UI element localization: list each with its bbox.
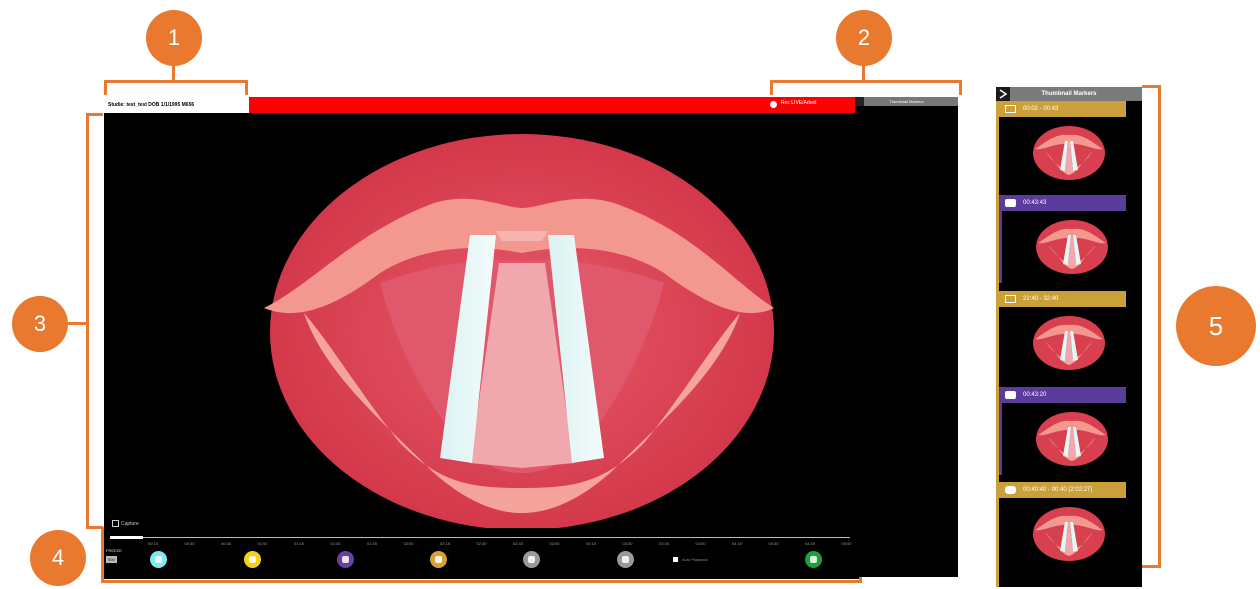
expand-panel-icon[interactable] — [855, 97, 864, 106]
thumbnail-preview — [999, 307, 1126, 379]
thumbnail-preview — [999, 498, 1126, 570]
pause-icon — [435, 556, 442, 563]
callout-3-stem — [68, 322, 86, 325]
collapse-panel-icon[interactable] — [996, 87, 1010, 101]
auto-playback-label: Auto Playback — [682, 557, 708, 562]
callout-4: 4 — [30, 530, 86, 586]
thumbnail-marker[interactable]: 00:02 - 00:43 — [999, 101, 1126, 189]
capture-icon — [112, 520, 119, 527]
timeline-tick: 02:15 — [440, 541, 451, 546]
freeze-label: FREEZE — [106, 548, 122, 553]
patient-info-bar: Studie: test_test DOB 1/1/1995 M656 — [104, 97, 249, 113]
callout-1-stem — [172, 66, 175, 81]
thumbnail-label: 00:43:43 — [999, 195, 1126, 211]
callout-2-stem — [862, 66, 865, 81]
timeline-tick: 04:00 — [695, 541, 706, 546]
recording-status-bar — [249, 97, 855, 113]
callout-2-bracket — [770, 80, 962, 95]
snapshot-button[interactable] — [244, 551, 261, 568]
thumbnail-time: 00:43:43 — [1023, 200, 1047, 206]
larynx-image — [264, 134, 774, 528]
thumbnail-marker[interactable]: 22:40 - 32:40 — [999, 291, 1126, 379]
grid-icon — [810, 556, 817, 563]
thumbnail-larynx-image — [1033, 316, 1105, 370]
auto-playback-checkbox[interactable] — [673, 557, 678, 562]
bookmark-button[interactable] — [523, 551, 540, 568]
callout-5: 5 — [1176, 286, 1256, 366]
timeline-tick: 01:00 — [257, 541, 268, 546]
thumbnail-side-panel — [855, 97, 958, 577]
capture-label: Capture — [112, 520, 139, 527]
thumbnail-larynx-image — [1033, 507, 1105, 561]
timeline-track[interactable] — [110, 537, 850, 538]
timeline-tick: 04:30 — [768, 541, 779, 546]
timeline-tick: 02:45 — [513, 541, 524, 546]
thumbnail-larynx-image — [1036, 412, 1108, 466]
callout-1: 1 — [146, 10, 202, 66]
thumbnail-time: 22:40 - 32:40 — [1023, 296, 1059, 302]
timeline-tick: 04:15 — [732, 541, 743, 546]
timeline-progress[interactable] — [110, 536, 143, 539]
chevron-right-icon — [999, 89, 1008, 99]
callout-1-bracket — [104, 80, 248, 95]
bookmark-icon — [528, 556, 535, 563]
timeline-tick: 00:15 — [148, 541, 159, 546]
thumbnail-label: 00:43:20 — [999, 387, 1126, 403]
thumbnail-label: 00:02 - 00:43 — [999, 101, 1126, 117]
video-camera-icon — [1005, 486, 1016, 494]
thumbnail-time: 00:43:20 — [1023, 392, 1047, 398]
larynx-video-frame — [104, 113, 852, 528]
callout-2: 2 — [836, 10, 892, 66]
timeline-tick: 05:00 — [841, 541, 852, 546]
thumbnail-preview — [999, 211, 1126, 283]
timeline-tick: 00:30 — [184, 541, 195, 546]
thumbnail-larynx-image — [1033, 126, 1105, 180]
timeline-tick: 00:45 — [221, 541, 232, 546]
thumbnail-label: 00:40:40 - 00:40 (2:02:27) — [999, 482, 1126, 498]
callout-3: 3 — [12, 296, 68, 352]
record-icon — [155, 556, 162, 563]
freeze-counter: 000 — [106, 556, 117, 563]
record-indicator-icon — [770, 101, 777, 108]
settings-icon — [622, 556, 629, 563]
timeline-tick: 01:30 — [330, 541, 341, 546]
camera-icon — [1005, 199, 1016, 207]
timeline-tick: 03:00 — [549, 541, 560, 546]
timeline-tick: 02:00 — [403, 541, 414, 546]
thumbnail-marker[interactable]: 00:40:40 - 00:40 (2:02:27) — [999, 482, 1126, 570]
grid-button[interactable] — [805, 551, 822, 568]
thumbnail-label: 22:40 - 32:40 — [999, 291, 1126, 307]
settings-button[interactable] — [617, 551, 634, 568]
thumbnail-larynx-image — [1036, 220, 1108, 274]
recording-label: Rec LIVE/Arbeit — [781, 100, 817, 106]
snapshot-icon — [249, 556, 256, 563]
record-button[interactable] — [150, 551, 167, 568]
callout-5-bracket — [1142, 85, 1161, 568]
thumbnail-preview — [999, 403, 1126, 475]
timeline-tick: 03:30 — [622, 541, 633, 546]
thumbnail-time: 00:02 - 00:43 — [1023, 106, 1059, 112]
thumbnail-panel-title: Thumbnail Markers — [996, 87, 1142, 101]
callout-3-bracket — [86, 113, 103, 529]
thumbnail-marker[interactable]: 00:43:20 — [999, 387, 1126, 475]
timeline-tick: 01:45 — [367, 541, 378, 546]
thumbnail-time: 00:40:40 - 00:40 (2:02:27) — [1023, 487, 1093, 493]
thumbnail-preview — [999, 117, 1126, 189]
pause-button[interactable] — [430, 551, 447, 568]
camera-button[interactable] — [337, 551, 354, 568]
film-icon — [1005, 295, 1016, 303]
timeline-tick: 03:45 — [659, 541, 670, 546]
side-panel-title: Thumbnail Markers — [855, 97, 958, 106]
camera-icon — [1005, 391, 1016, 399]
timeline-tick: 04:45 — [805, 541, 816, 546]
timeline-tick: 02:30 — [476, 541, 487, 546]
timeline-tick: 03:15 — [586, 541, 597, 546]
camera-icon — [342, 556, 349, 563]
film-icon — [1005, 105, 1016, 113]
thumbnail-marker[interactable]: 00:43:43 — [999, 195, 1126, 283]
timeline-tick: 01:15 — [294, 541, 305, 546]
